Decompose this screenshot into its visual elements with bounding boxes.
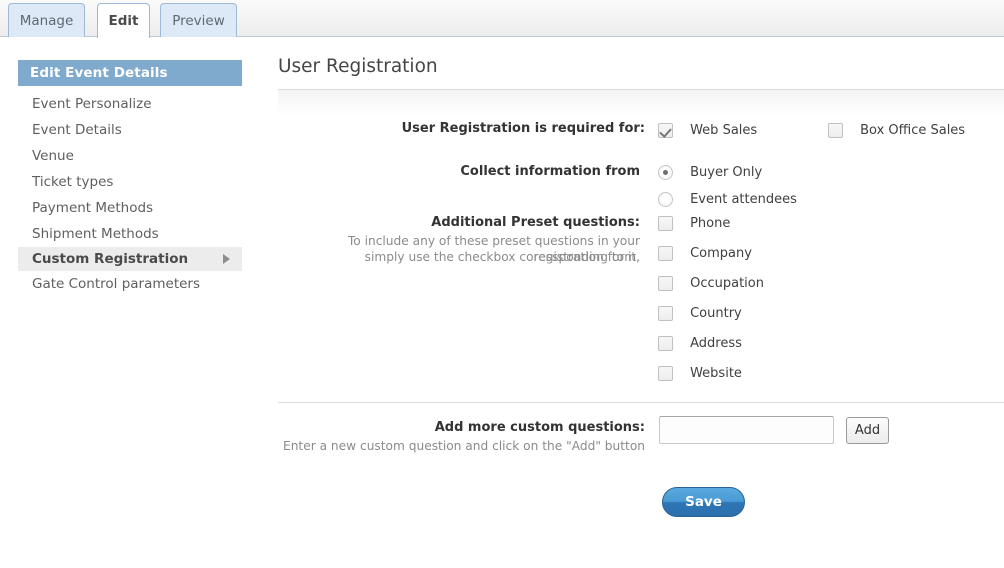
sidebar-item-label: Ticket types	[32, 174, 114, 190]
save-button[interactable]: Save	[662, 487, 745, 517]
sidebar: Edit Event Details Event Personalize Eve…	[18, 60, 242, 297]
preset-questions-help-line-2: simply use the checkbox coressponding to…	[364, 250, 640, 264]
custom-questions-help: Enter a new custom question and click on…	[283, 439, 645, 453]
event-attendees-radio[interactable]	[658, 192, 673, 207]
sidebar-item-label: Custom Registration	[32, 251, 189, 267]
occupation-checkbox[interactable]	[658, 276, 673, 291]
tab-bar: Manage Edit Preview	[0, 0, 1004, 38]
custom-questions-divider	[278, 402, 1004, 403]
web-sales-checkbox[interactable]	[658, 123, 673, 138]
main-content: User Registration User Registration is r…	[278, 56, 1004, 523]
custom-questions-label: Add more custom questions:	[434, 420, 645, 435]
header-gradient-band	[278, 90, 1004, 116]
country-checkbox[interactable]	[658, 306, 673, 321]
sidebar-item-ticket-types[interactable]: Ticket types	[18, 169, 242, 195]
preset-option-website[interactable]: Website	[658, 363, 742, 382]
tab-preview[interactable]: Preview	[160, 3, 237, 37]
sidebar-item-label: Event Personalize	[32, 96, 152, 112]
sidebar-item-label: Payment Methods	[32, 200, 154, 216]
company-label[interactable]: Company	[690, 246, 752, 261]
buyer-only-radio[interactable]	[658, 165, 673, 180]
event-attendees-label[interactable]: Event attendees	[690, 192, 797, 207]
address-label[interactable]: Address	[690, 336, 742, 351]
sidebar-item-custom-registration[interactable]: Custom Registration	[18, 247, 242, 271]
collect-from-label: Collect information from	[460, 164, 640, 179]
company-checkbox[interactable]	[658, 246, 673, 261]
web-sales-label[interactable]: Web Sales	[690, 123, 757, 138]
sidebar-item-venue[interactable]: Venue	[18, 143, 242, 169]
collect-from-option-buyer-only[interactable]: Buyer Only	[658, 162, 762, 181]
page-title: User Registration	[278, 56, 438, 77]
custom-question-input[interactable]	[659, 416, 834, 444]
sidebar-item-label: Venue	[32, 148, 74, 164]
occupation-label[interactable]: Occupation	[690, 276, 764, 291]
sidebar-item-event-personalize[interactable]: Event Personalize	[18, 91, 242, 117]
sidebar-item-label: Gate Control parameters	[32, 276, 201, 292]
box-office-sales-label[interactable]: Box Office Sales	[860, 123, 965, 138]
preset-option-company[interactable]: Company	[658, 243, 752, 262]
sidebar-item-label: Event Details	[32, 122, 122, 138]
website-label[interactable]: Website	[690, 366, 742, 381]
website-checkbox[interactable]	[658, 366, 673, 381]
sidebar-item-shipment-methods[interactable]: Shipment Methods	[18, 221, 242, 247]
tab-edit[interactable]: Edit	[97, 3, 150, 38]
phone-label[interactable]: Phone	[690, 216, 730, 231]
required-for-label: User Registration is required for:	[401, 121, 645, 136]
chevron-right-icon	[223, 254, 230, 264]
save-row: Save	[278, 473, 1004, 523]
sidebar-item-list: Event Personalize Event Details Venue Ti…	[18, 91, 242, 297]
phone-checkbox[interactable]	[658, 216, 673, 231]
address-checkbox[interactable]	[658, 336, 673, 351]
preset-option-phone[interactable]: Phone	[658, 213, 730, 232]
sidebar-item-label: Shipment Methods	[32, 226, 159, 242]
add-custom-question-button[interactable]: Add	[846, 417, 889, 444]
preset-questions-row: Additional Preset questions: To include …	[278, 210, 1004, 396]
required-for-row: User Registration is required for: Web S…	[278, 116, 1004, 150]
buyer-only-label[interactable]: Buyer Only	[690, 165, 762, 180]
sidebar-header: Edit Event Details	[18, 60, 242, 86]
country-label[interactable]: Country	[690, 306, 742, 321]
preset-option-country[interactable]: Country	[658, 303, 742, 322]
collect-from-option-event-attendees[interactable]: Event attendees	[658, 189, 797, 208]
preset-questions-label: Additional Preset questions:	[431, 215, 640, 230]
required-for-option-web-sales[interactable]: Web Sales	[658, 120, 757, 139]
sidebar-item-payment-methods[interactable]: Payment Methods	[18, 195, 242, 221]
required-for-option-box-office-sales[interactable]: Box Office Sales	[828, 120, 965, 139]
box-office-sales-checkbox[interactable]	[828, 123, 843, 138]
sidebar-item-gate-control-parameters[interactable]: Gate Control parameters	[18, 271, 242, 297]
sidebar-item-event-details[interactable]: Event Details	[18, 117, 242, 143]
tab-manage[interactable]: Manage	[8, 3, 85, 37]
custom-questions-row: Add more custom questions: Enter a new c…	[278, 415, 1004, 473]
collect-from-row: Collect information from Buyer Only Even…	[278, 150, 1004, 210]
preset-option-occupation[interactable]: Occupation	[658, 273, 764, 292]
preset-option-address[interactable]: Address	[658, 333, 742, 352]
